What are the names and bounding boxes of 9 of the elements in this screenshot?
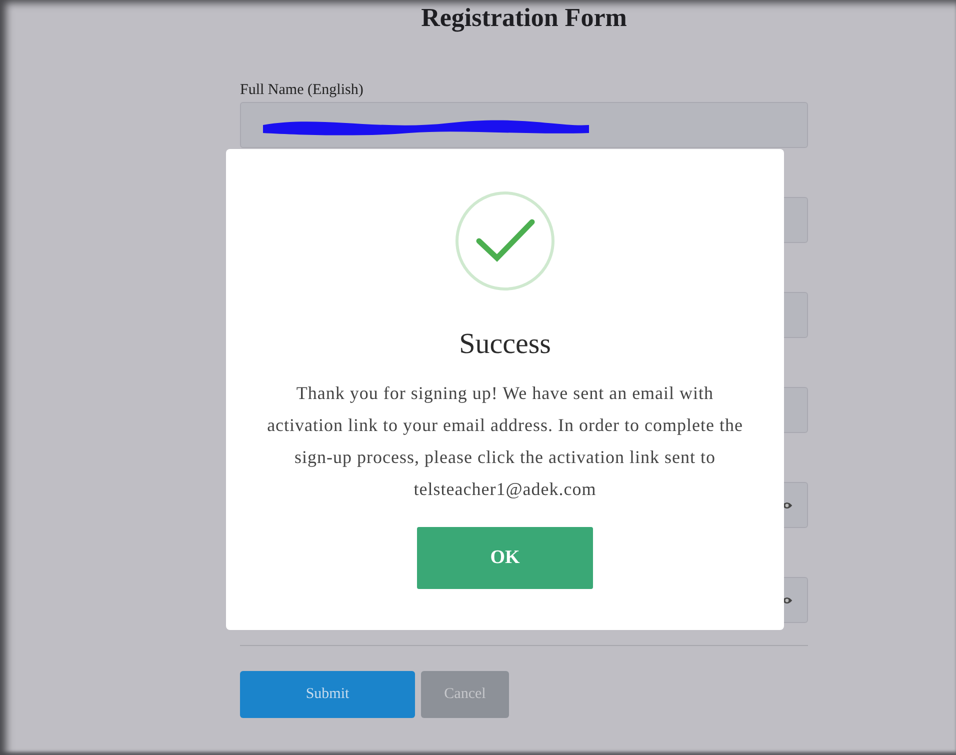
check-circle-icon: [455, 191, 555, 291]
ok-button[interactable]: OK: [417, 527, 593, 589]
field-label: Full Name (English): [240, 81, 364, 100]
dialog-message: Thank you for signing up! We have sent an email with activation link to your email address. In order to complete the sign-up process, please click the activation link sent to telsteacher1@adek.com: [266, 382, 744, 501]
form-title: Registration Form: [420, 2, 628, 34]
input-field[interactable]: [240, 102, 808, 148]
dialog-title: Success: [459, 327, 551, 361]
submit-button[interactable]: Submit: [240, 671, 415, 718]
cancel-button[interactable]: Cancel: [421, 671, 509, 718]
